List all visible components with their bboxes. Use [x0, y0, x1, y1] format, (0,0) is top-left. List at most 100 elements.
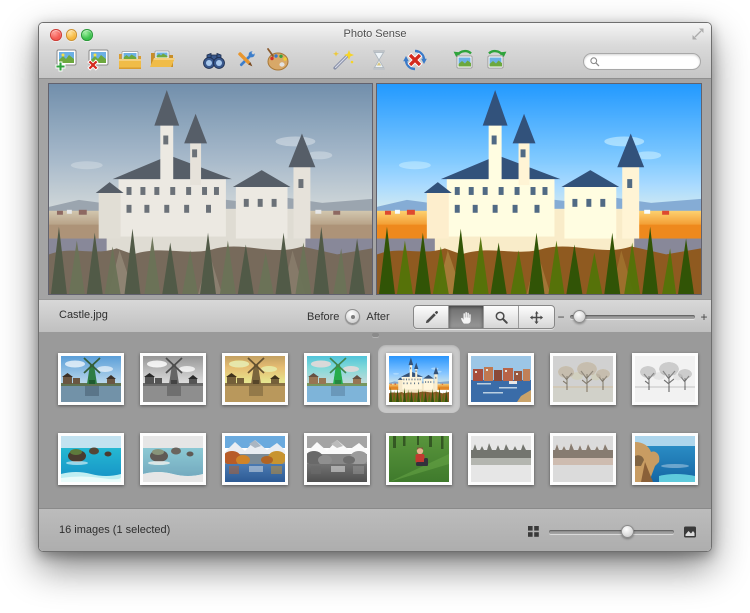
thumbnail-frame: [58, 353, 124, 405]
castle-thumbnail-image: [389, 356, 449, 402]
thumbnail-frame: [468, 353, 534, 405]
before-after-toggle[interactable]: [345, 309, 361, 324]
beach-thumbnail-image: [61, 436, 121, 482]
zoom-in-label[interactable]: +: [698, 310, 710, 324]
thumbnail-landscape-faded-sepia[interactable]: [542, 345, 624, 413]
toolbar-group: [53, 47, 175, 73]
thumbnail-coast-color[interactable]: [624, 425, 706, 493]
effects-button[interactable]: [265, 47, 291, 73]
brush-tool-icon: [424, 310, 439, 325]
search-icon: [589, 56, 600, 67]
fullscreen-resize-icon[interactable]: [691, 27, 705, 41]
add-folder-button[interactable]: [117, 47, 143, 73]
thumbnail-frame: [386, 353, 452, 405]
cancel-button[interactable]: [402, 47, 428, 73]
view-tool-segment: [413, 305, 555, 329]
windmill-thumbnail-image: [143, 356, 203, 402]
thumbnail-reflection-faded-pink[interactable]: [542, 425, 624, 493]
thumbnail-frame: [468, 433, 534, 485]
image-count-status: 16 images (1 selected): [59, 524, 171, 536]
brush-tool-button[interactable]: [414, 306, 449, 328]
rotate-right-icon: [483, 47, 509, 73]
thumbnail-frame: [550, 433, 616, 485]
open-folder-button[interactable]: [149, 47, 175, 73]
thumbnail-person-color[interactable]: [378, 425, 460, 493]
person-thumbnail-image: [389, 436, 449, 482]
windmill-thumbnail-image: [225, 356, 285, 402]
queue-button[interactable]: [366, 47, 392, 73]
selected-filename: Castle.jpg: [59, 309, 108, 321]
thumbnail-lake-bw[interactable]: [296, 425, 378, 493]
after-label: After: [366, 310, 390, 323]
toolbar-group: [451, 47, 509, 73]
thumbnail-frame: [222, 433, 288, 485]
thumbnail-frame: [632, 353, 698, 405]
before-image-render: [49, 84, 372, 294]
reflection-thumbnail-image: [553, 436, 613, 482]
thumbnail-windmill-bw[interactable]: [132, 345, 214, 413]
toolbar-group: [330, 47, 428, 73]
before-label: Before: [307, 310, 340, 323]
windmill-thumbnail-image: [61, 356, 121, 402]
preview-zoom-slider[interactable]: [570, 309, 695, 323]
thumbnail-castle-vivid-selected[interactable]: [378, 345, 460, 413]
thumbnail-windmill-sepia[interactable]: [214, 345, 296, 413]
coast-thumbnail-image: [635, 436, 695, 482]
thumbnail-landscape-pencil[interactable]: [624, 345, 706, 413]
thumbnail-beach-faded-blue[interactable]: [132, 425, 214, 493]
effects-icon: [265, 47, 291, 73]
toolbar-group: [201, 47, 291, 73]
after-image[interactable]: [376, 83, 702, 295]
cancel-icon: [402, 47, 428, 73]
rotate-right-button[interactable]: [483, 47, 509, 73]
after-image-render: [377, 84, 701, 294]
thumbnail-lake-color[interactable]: [214, 425, 296, 493]
thumbnail-windmill-color[interactable]: [50, 345, 132, 413]
add-photos-button[interactable]: [53, 47, 79, 73]
rotate-left-icon: [451, 47, 477, 73]
thumbnail-frame: [222, 353, 288, 405]
edit-tools-button[interactable]: [233, 47, 259, 73]
landscape-thumbnail-image: [553, 356, 613, 402]
zoom-out-label[interactable]: −: [555, 310, 567, 324]
enhance-button[interactable]: [330, 47, 356, 73]
large-thumbnails-icon: [683, 525, 697, 539]
thumbnail-harbor-color[interactable]: [460, 345, 542, 413]
rotate-left-button[interactable]: [451, 47, 477, 73]
thumbnail-beach-color[interactable]: [50, 425, 132, 493]
remove-photos-button[interactable]: [85, 47, 111, 73]
search-input[interactable]: [583, 53, 701, 70]
remove-photos-icon: [85, 47, 111, 73]
preview-controlbar: Castle.jpg Before After − +: [39, 299, 711, 332]
preview-zoom-knob[interactable]: [572, 309, 586, 323]
enhance-icon: [330, 47, 356, 73]
before-image[interactable]: [48, 83, 373, 295]
preview-zoom-control: − +: [555, 300, 710, 333]
thumbnail-frame: [58, 433, 124, 485]
small-thumbnails-icon: [527, 525, 540, 538]
thumbnail-frame: [140, 353, 206, 405]
thumbnail-frame: [304, 353, 370, 405]
thumbnail-windmill-bright[interactable]: [296, 345, 378, 413]
lake-thumbnail-image: [225, 436, 285, 482]
zoom-tool-button[interactable]: [484, 306, 519, 328]
reflection-thumbnail-image: [471, 436, 531, 482]
splitter-handle[interactable]: [372, 333, 379, 337]
statusbar: 16 images (1 selected): [39, 508, 711, 551]
thumbnail-frame: [386, 433, 452, 485]
thumb-size-control: [527, 509, 697, 551]
lake-thumbnail-image: [307, 436, 367, 482]
thumbnail-reflection-faded-green[interactable]: [460, 425, 542, 493]
hand-tool-button[interactable]: [449, 306, 484, 328]
preview-button[interactable]: [201, 47, 227, 73]
thumb-size-slider[interactable]: [549, 524, 674, 538]
hand-tool-icon: [459, 310, 474, 325]
preview-area: [39, 79, 711, 299]
thumbnail-frame: [304, 433, 370, 485]
move-tool-button[interactable]: [519, 306, 554, 328]
thumb-size-knob[interactable]: [620, 524, 634, 538]
photo-sense-window: Photo Sense Castle.jpg Before After − + …: [38, 22, 712, 552]
beach-thumbnail-image: [143, 436, 203, 482]
windmill-thumbnail-image: [307, 356, 367, 402]
move-tool-icon: [529, 310, 544, 325]
